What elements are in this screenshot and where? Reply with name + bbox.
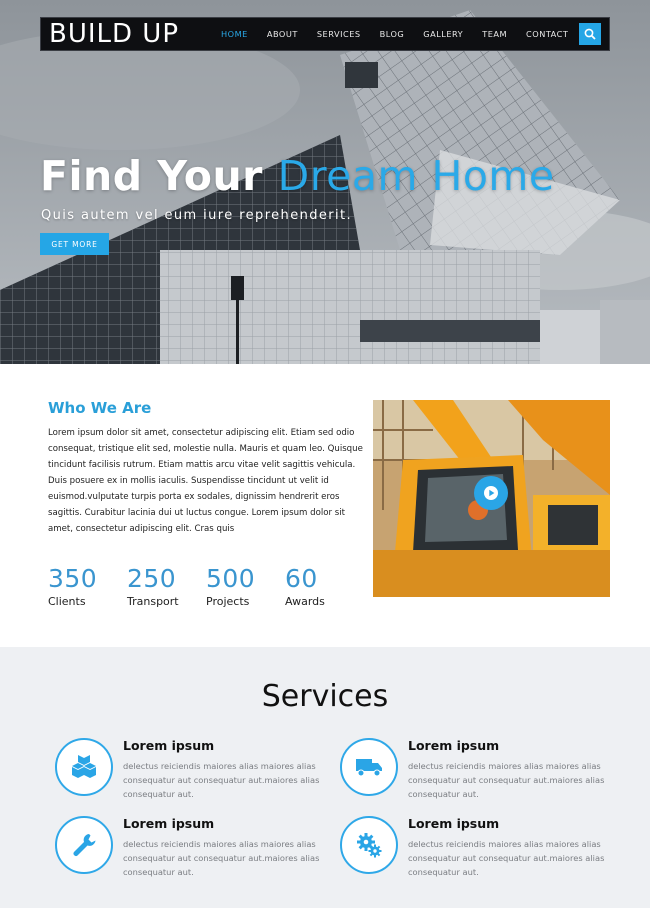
nav-home[interactable]: HOME [221, 29, 248, 39]
hero-title-part1: Find Your [40, 152, 278, 200]
crane-video-thumbnail[interactable] [373, 400, 610, 597]
get-more-button[interactable]: GET MORE [40, 233, 109, 255]
hero-subtitle: Quis autem vel eum iure reprehenderit. [41, 208, 353, 223]
boxes-icon [72, 755, 96, 778]
stat-label: Transport [127, 595, 179, 608]
service-card: Lorem ipsum delectus reiciendis maiores … [340, 738, 610, 808]
stat-projects: 500 Projects [206, 564, 285, 608]
hero-title-highlight: Dream Home [277, 152, 555, 200]
logo[interactable]: BUILD UP [41, 17, 219, 51]
stat-value: 350 [48, 564, 98, 593]
about-section: Who We Are Lorem ipsum dolor sit amet, c… [0, 364, 650, 647]
service-title: Lorem ipsum [408, 816, 500, 831]
services-title: Services [261, 679, 389, 714]
wrench-icon [73, 834, 96, 856]
service-icon-circle[interactable] [340, 816, 398, 874]
search-icon [584, 28, 596, 40]
service-card: Lorem ipsum delectus reiciendis maiores … [340, 816, 610, 886]
hero-title: Find Your Dream Home [40, 152, 555, 200]
services-section: Services Lorem ipsum delectus reiciendis… [0, 647, 650, 908]
service-desc: delectus reiciendis maiores alias maiore… [123, 839, 320, 877]
truck-icon [356, 759, 382, 777]
search-button[interactable] [579, 23, 601, 45]
stat-transport: 250 Transport [127, 564, 206, 608]
nav-blog[interactable]: BLOG [380, 29, 405, 39]
navbar: BUILD UP HOME ABOUT SERVICES BLOG GALLER… [40, 17, 610, 51]
nav-contact[interactable]: CONTACT [526, 29, 568, 39]
service-title: Lorem ipsum [123, 816, 215, 831]
service-card: Lorem ipsum delectus reiciendis maiores … [55, 738, 325, 808]
service-icon-circle[interactable] [55, 816, 113, 874]
nav-services[interactable]: SERVICES [317, 29, 361, 39]
play-button[interactable] [474, 476, 508, 510]
about-text: Lorem ipsum dolor sit amet, consectetur … [48, 428, 363, 534]
stat-value: 250 [127, 564, 177, 593]
stat-awards: 60 Awards [285, 564, 364, 608]
stat-value: 500 [206, 564, 256, 593]
service-desc: delectus reiciendis maiores alias maiore… [408, 761, 605, 799]
hero-section: BUILD UP HOME ABOUT SERVICES BLOG GALLER… [0, 0, 650, 364]
stat-clients: 350 Clients [48, 564, 127, 608]
main-nav: HOME ABOUT SERVICES BLOG GALLERY TEAM CO… [219, 29, 609, 39]
stat-label: Projects [206, 595, 250, 608]
service-title: Lorem ipsum [408, 738, 500, 753]
gears-icon [357, 833, 382, 858]
play-icon [484, 486, 498, 500]
service-icon-circle[interactable] [340, 738, 398, 796]
stats-row: 350 Clients 250 Transport 500 Projects 6… [48, 564, 364, 608]
service-card: Lorem ipsum delectus reiciendis maiores … [55, 816, 325, 886]
stat-label: Clients [48, 595, 86, 608]
stat-value: 60 [285, 564, 318, 593]
nav-about[interactable]: ABOUT [267, 29, 298, 39]
service-icon-circle[interactable] [55, 738, 113, 796]
about-title: Who We Are [48, 399, 152, 417]
stat-label: Awards [285, 595, 325, 608]
nav-team[interactable]: TEAM [482, 29, 507, 39]
service-desc: delectus reiciendis maiores alias maiore… [123, 761, 320, 799]
nav-gallery[interactable]: GALLERY [423, 29, 463, 39]
service-title: Lorem ipsum [123, 738, 215, 753]
service-desc: delectus reiciendis maiores alias maiore… [408, 839, 605, 877]
